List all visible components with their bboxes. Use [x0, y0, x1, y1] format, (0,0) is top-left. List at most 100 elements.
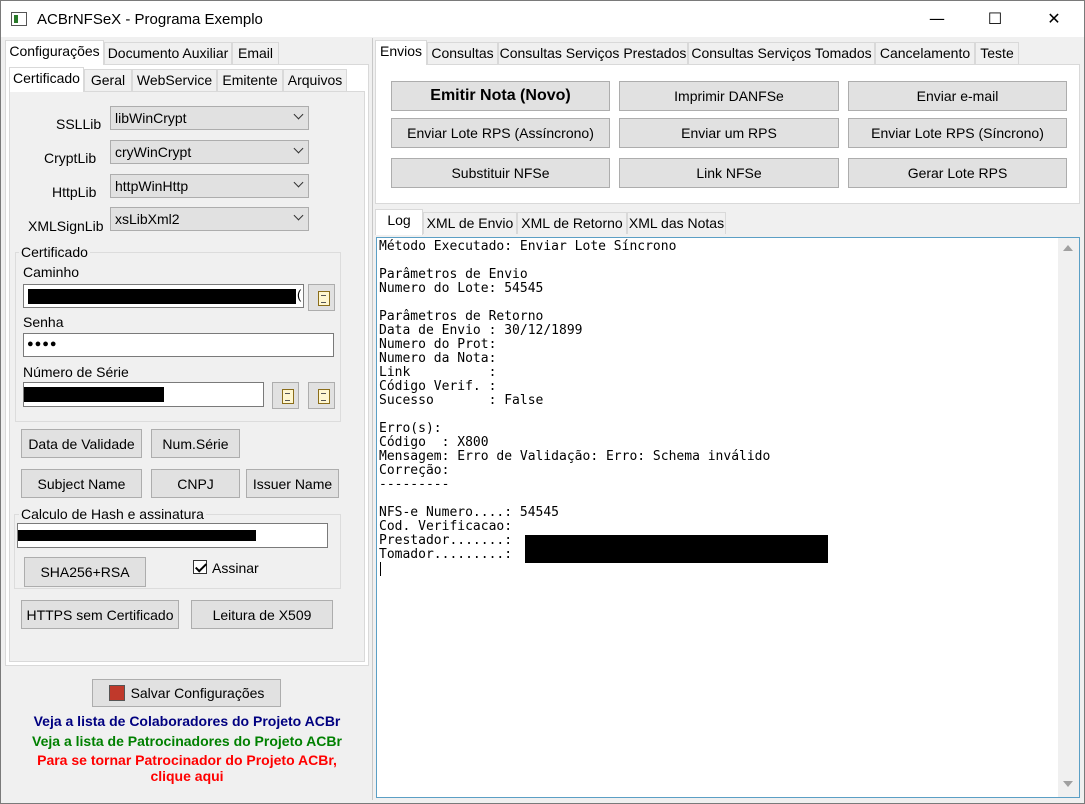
- tab-xml-de-envio[interactable]: XML de Envio: [423, 212, 517, 234]
- cryptlib-label: CryptLib: [44, 150, 97, 166]
- log-line: Parâmetros de Envio: [379, 267, 528, 282]
- enviar-email-button[interactable]: Enviar e-mail: [848, 81, 1067, 111]
- redacted-text: [18, 530, 256, 541]
- tab-webservice[interactable]: WebService: [132, 69, 217, 91]
- xmlsignlib-select[interactable]: xsLibXml2: [110, 207, 309, 231]
- tab-envios[interactable]: Envios: [375, 40, 427, 65]
- window-title: ACBrNFSeX - Programa Exemplo: [37, 11, 263, 28]
- enviar-lote-rps-sincrono-button[interactable]: Enviar Lote RPS (Síncrono): [848, 118, 1067, 148]
- tab-xml-de-retorno[interactable]: XML de Retorno: [517, 212, 627, 234]
- gerar-lote-rps-button[interactable]: Gerar Lote RPS: [848, 158, 1067, 188]
- hash-input[interactable]: [17, 523, 328, 548]
- chevron-down-icon: [293, 109, 304, 120]
- tab-emitente[interactable]: Emitente: [217, 69, 283, 91]
- ssllib-select[interactable]: libWinCrypt: [110, 106, 309, 130]
- chevron-down-icon: [293, 177, 304, 188]
- select-certificate-button[interactable]: [272, 382, 299, 409]
- log-line: Correção:: [379, 463, 450, 478]
- document-icon: [282, 389, 294, 404]
- close-button[interactable]: ✕: [1024, 2, 1084, 36]
- https-sem-certificado-button[interactable]: HTTPS sem Certificado: [21, 600, 179, 629]
- hash-legend: Calculo de Hash e assinatura: [19, 506, 206, 522]
- caminho-label: Caminho: [23, 264, 80, 280]
- certificado-legend: Certificado: [19, 244, 90, 260]
- ssllib-value: libWinCrypt: [115, 110, 187, 126]
- log-line: Sucesso : False: [379, 393, 544, 408]
- subject-name-button[interactable]: Subject Name: [21, 469, 142, 498]
- redacted-text: [28, 289, 296, 304]
- log-line: Método Executado: Enviar Lote Síncrono: [379, 239, 677, 254]
- log-scrollbar[interactable]: [1058, 238, 1079, 797]
- tab-consultas-servicos-prestados[interactable]: Consultas Serviços Prestados: [498, 42, 688, 64]
- splitter[interactable]: [372, 38, 373, 800]
- tab-arquivos[interactable]: Arquivos: [283, 69, 347, 91]
- issuer-name-button[interactable]: Issuer Name: [246, 469, 339, 498]
- enviar-lote-rps-assincrono-button[interactable]: Enviar Lote RPS (Assíncrono): [391, 118, 610, 148]
- cnpj-button[interactable]: CNPJ: [151, 469, 240, 498]
- caminho-input[interactable]: (: [23, 284, 304, 308]
- xmlsignlib-value: xsLibXml2: [115, 211, 180, 227]
- document-icon: [318, 291, 330, 306]
- browse-certificate-button[interactable]: [308, 284, 335, 311]
- log-line: Mensagem: Erro de Validação: Erro: Schem…: [379, 449, 771, 464]
- httplib-label: HttpLib: [52, 184, 97, 200]
- log-line: Parâmetros de Retorno: [379, 309, 544, 324]
- leitura-x509-button[interactable]: Leitura de X509: [191, 600, 333, 629]
- num-serie-button[interactable]: Num.Série: [151, 429, 240, 458]
- log-text: Método Executado: Enviar Lote Síncrono Pa…: [379, 240, 1079, 562]
- tab-configuracoes[interactable]: Configurações: [5, 40, 104, 65]
- tab-documento-auxiliar[interactable]: Documento Auxiliar: [104, 42, 232, 64]
- enviar-um-rps-button[interactable]: Enviar um RPS: [619, 118, 839, 148]
- patrocinadores-link[interactable]: Veja a lista de Patrocinadores do Projet…: [5, 733, 369, 749]
- chevron-down-icon: [293, 210, 304, 221]
- log-line: ---------: [379, 477, 450, 492]
- maximize-button[interactable]: ☐: [965, 2, 1025, 36]
- imprimir-danfse-button[interactable]: Imprimir DANFSe: [619, 81, 839, 111]
- log-line: Link :: [379, 365, 497, 380]
- log-line: Código : X800: [379, 435, 489, 450]
- salvar-configuracoes-button[interactable]: Salvar Configurações: [92, 679, 281, 707]
- salvar-label: Salvar Configurações: [130, 685, 265, 701]
- link-nfse-button[interactable]: Link NFSe: [619, 158, 839, 188]
- xmlsignlib-label: XMLSignLib: [28, 218, 104, 234]
- text-cursor: [380, 562, 381, 576]
- app-icon: [11, 12, 27, 26]
- httplib-select[interactable]: httpWinHttp: [110, 174, 309, 198]
- scroll-down-icon[interactable]: [1063, 781, 1073, 787]
- cryptlib-value: cryWinCrypt: [115, 144, 192, 160]
- scroll-up-icon[interactable]: [1063, 245, 1073, 251]
- tab-xml-das-notas[interactable]: XML das Notas: [627, 212, 726, 234]
- tab-teste[interactable]: Teste: [975, 42, 1019, 64]
- numero-serie-input[interactable]: [23, 382, 264, 407]
- lookup-serial-button[interactable]: [308, 382, 335, 409]
- sha256-rsa-button[interactable]: SHA256+RSA: [24, 557, 146, 587]
- tab-email[interactable]: Email: [232, 42, 279, 64]
- tab-consultas-servicos-tomados[interactable]: Consultas Serviços Tomados: [688, 42, 875, 64]
- senha-input[interactable]: ●●●●: [23, 333, 334, 357]
- tab-cancelamento[interactable]: Cancelamento: [875, 42, 975, 64]
- minimize-button[interactable]: —: [907, 2, 967, 36]
- title-bar[interactable]: ACBrNFSeX - Programa Exemplo — ☐ ✕: [1, 1, 1084, 37]
- tornar-patrocinador-link[interactable]: Para se tornar Patrocinador do Projeto A…: [5, 752, 369, 768]
- httplib-value: httpWinHttp: [115, 178, 189, 194]
- clique-aqui-link[interactable]: clique aqui: [5, 768, 369, 784]
- senha-label: Senha: [23, 314, 64, 330]
- emitir-nota-button[interactable]: Emitir Nota (Novo): [391, 81, 610, 111]
- data-de-validade-button[interactable]: Data de Validade: [21, 429, 142, 458]
- colaboradores-link[interactable]: Veja a lista de Colaboradores do Projeto…: [5, 713, 369, 729]
- tab-geral[interactable]: Geral: [84, 69, 132, 91]
- assinar-checkbox[interactable]: [193, 560, 208, 574]
- save-disk-icon: [108, 685, 125, 701]
- redacted-text: [525, 535, 828, 563]
- tab-consultas[interactable]: Consultas: [427, 42, 498, 64]
- substituir-nfse-button[interactable]: Substituir NFSe: [391, 158, 610, 188]
- tab-log[interactable]: Log: [375, 209, 423, 235]
- log-memo[interactable]: Método Executado: Enviar Lote Síncrono Pa…: [376, 237, 1080, 798]
- tab-certificado[interactable]: Certificado: [9, 67, 84, 92]
- log-line: Numero da Nota:: [379, 351, 497, 366]
- check-icon: [194, 560, 208, 573]
- cryptlib-select[interactable]: cryWinCrypt: [110, 140, 309, 164]
